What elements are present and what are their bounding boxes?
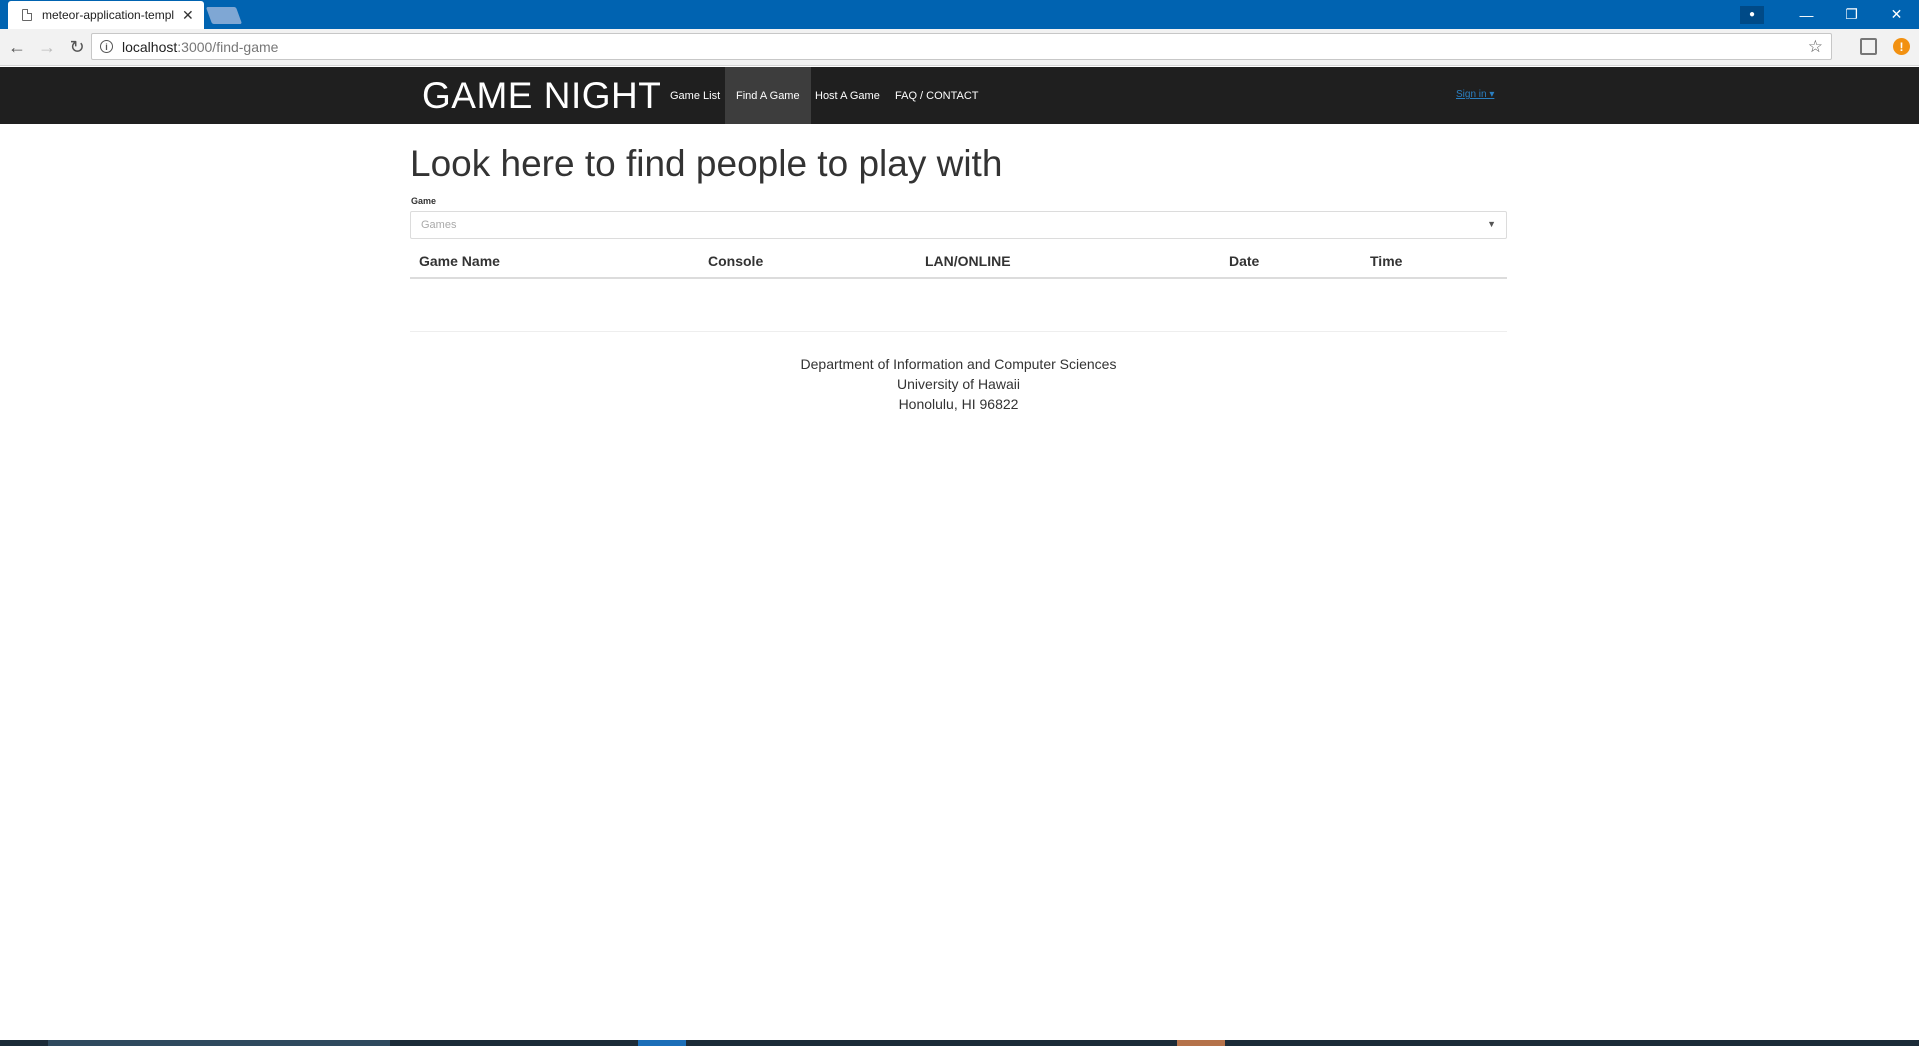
game-select[interactable]: Games ▼ bbox=[410, 211, 1507, 239]
header-lan-online: LAN/ONLINE bbox=[916, 245, 1220, 279]
address-bar[interactable]: i localhost:3000/find-game ☆ bbox=[91, 33, 1832, 60]
header-date: Date bbox=[1220, 245, 1361, 279]
game-select-placeholder: Games bbox=[421, 219, 457, 231]
taskbar-segment bbox=[48, 1040, 390, 1046]
table-header-row: Game Name Console LAN/ONLINE Date Time bbox=[410, 245, 1507, 279]
info-icon[interactable]: i bbox=[100, 40, 113, 53]
brand-logo[interactable]: GAME NIGHT bbox=[422, 75, 661, 117]
minimize-icon[interactable]: — bbox=[1784, 7, 1829, 23]
nav-faq-contact[interactable]: FAQ / CONTACT bbox=[884, 67, 990, 124]
browser-toolbar: ← → ↻ i localhost:3000/find-game ☆ ! bbox=[0, 29, 1919, 66]
forward-icon[interactable]: → bbox=[34, 37, 60, 58]
page-title: Look here to find people to play with bbox=[410, 143, 1003, 184]
document-icon bbox=[22, 9, 32, 21]
footer: Department of Information and Computer S… bbox=[410, 354, 1507, 414]
game-field-label: Game bbox=[411, 196, 437, 206]
taskbar-segment bbox=[638, 1040, 686, 1046]
window-close-icon[interactable]: ✕ bbox=[1874, 6, 1919, 23]
footer-line-address: Honolulu, HI 96822 bbox=[898, 396, 1019, 412]
footer-line-department: Department of Information and Computer S… bbox=[800, 356, 1117, 372]
window-controls: ● — ❐ ✕ bbox=[1740, 0, 1919, 29]
games-table: Game Name Console LAN/ONLINE Date Time bbox=[410, 245, 1507, 279]
chevron-down-icon: ▼ bbox=[1487, 219, 1496, 229]
url-host: localhost bbox=[122, 38, 178, 55]
nav-host-a-game[interactable]: Host A Game bbox=[804, 67, 891, 124]
header-game-name: Game Name bbox=[410, 245, 699, 279]
tab-close-icon[interactable]: ✕ bbox=[182, 7, 194, 24]
site-navbar: GAME NIGHT Game List Find A Game Host A … bbox=[0, 67, 1919, 124]
taskbar bbox=[0, 1040, 1919, 1046]
browser-titlebar: meteor-application-template ✕ ● — ❐ ✕ bbox=[0, 0, 1919, 29]
sign-in-link[interactable]: Sign in ▾ bbox=[1456, 89, 1494, 100]
profile-icon[interactable]: ● bbox=[1740, 5, 1764, 24]
footer-divider bbox=[410, 331, 1507, 332]
footer-line-university: University of Hawaii bbox=[897, 376, 1020, 392]
extension-icon[interactable] bbox=[1860, 38, 1877, 55]
alert-extension-icon[interactable]: ! bbox=[1893, 38, 1910, 55]
tab-title: meteor-application-template bbox=[42, 8, 174, 22]
taskbar-segment bbox=[1177, 1040, 1225, 1046]
header-time: Time bbox=[1361, 245, 1507, 279]
header-console: Console bbox=[699, 245, 916, 279]
reload-icon[interactable]: ↻ bbox=[64, 37, 90, 58]
browser-tab[interactable]: meteor-application-template ✕ bbox=[8, 1, 204, 29]
url-path: :3000/find-game bbox=[177, 38, 279, 55]
restore-icon[interactable]: ❐ bbox=[1829, 6, 1874, 23]
nav-game-list[interactable]: Game List bbox=[659, 67, 731, 124]
bookmark-star-icon[interactable]: ☆ bbox=[1808, 37, 1823, 57]
nav-find-a-game[interactable]: Find A Game bbox=[725, 67, 811, 124]
back-icon[interactable]: ← bbox=[4, 37, 30, 58]
url-text: localhost:3000/find-game bbox=[122, 39, 278, 55]
new-tab-button[interactable] bbox=[205, 7, 243, 24]
